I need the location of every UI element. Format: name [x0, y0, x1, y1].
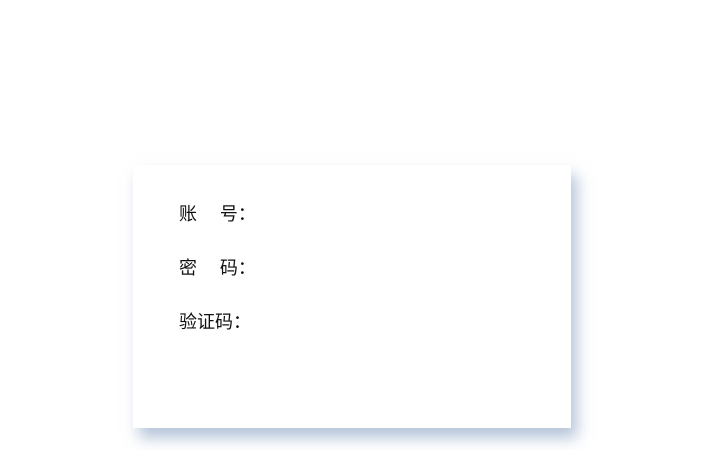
account-row: 账 号：: [179, 201, 562, 225]
account-input[interactable]: [261, 201, 562, 225]
login-card: 账 号： 密 码： 验证码：: [133, 165, 571, 428]
password-row: 密 码：: [179, 255, 562, 279]
password-input[interactable]: [261, 255, 562, 279]
password-label: 密 码：: [179, 258, 256, 279]
captcha-row: 验证码：: [179, 309, 557, 333]
login-page: 账 号： 密 码： 验证码：: [0, 0, 708, 450]
captcha-label: 验证码：: [179, 312, 251, 333]
captcha-input[interactable]: [257, 309, 557, 333]
account-label: 账 号：: [179, 204, 256, 225]
